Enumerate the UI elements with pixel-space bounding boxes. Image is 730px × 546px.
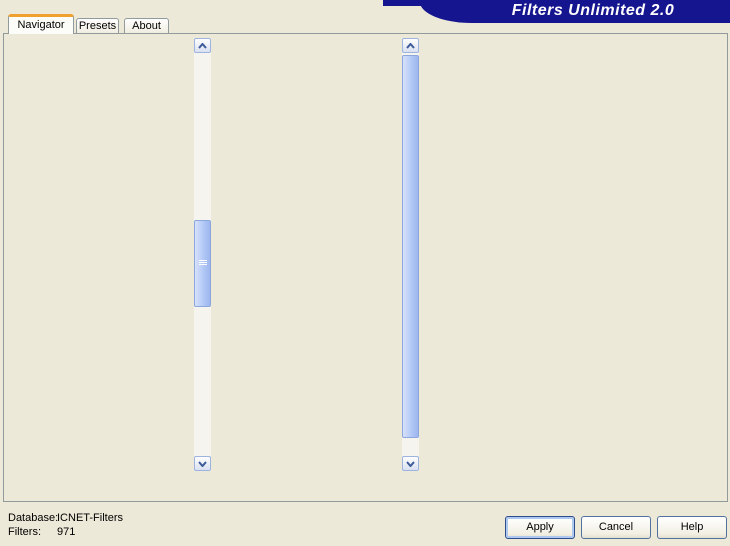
- scrollbar-thumb[interactable]: [402, 55, 419, 438]
- filter-scrollbar[interactable]: [402, 38, 419, 471]
- tab-navigator[interactable]: Navigator: [8, 14, 74, 34]
- database-status-value: ICNET-Filters: [57, 512, 123, 524]
- filters-unlimited-dialog: Filters Unlimited 2.0 Navigator Presets …: [0, 0, 730, 546]
- filters-status-label: Filters:: [8, 526, 41, 538]
- scroll-up-button[interactable]: [402, 38, 419, 53]
- scrollbar-thumb[interactable]: [194, 220, 211, 307]
- window-title: Filters Unlimited 2.0: [512, 2, 675, 19]
- apply-button[interactable]: Apply: [505, 516, 575, 539]
- filters-status-value: 971: [57, 526, 75, 538]
- chevron-up-icon: [406, 43, 415, 49]
- scroll-up-button[interactable]: [194, 38, 211, 53]
- database-status-label: Database:: [8, 512, 58, 524]
- help-button[interactable]: Help: [657, 516, 727, 539]
- title-banner: Filters Unlimited 2.0: [420, 0, 730, 23]
- chevron-up-icon: [198, 43, 207, 49]
- chevron-down-icon: [198, 461, 207, 467]
- navigator-tab-panel: [3, 33, 728, 502]
- tab-presets[interactable]: Presets: [76, 18, 119, 33]
- scroll-down-button[interactable]: [402, 456, 419, 471]
- category-scrollbar[interactable]: [194, 38, 211, 471]
- scroll-down-button[interactable]: [194, 456, 211, 471]
- chevron-down-icon: [406, 461, 415, 467]
- scrollbar-grip: [199, 260, 207, 266]
- cancel-button[interactable]: Cancel: [581, 516, 651, 539]
- tab-about[interactable]: About: [124, 18, 169, 33]
